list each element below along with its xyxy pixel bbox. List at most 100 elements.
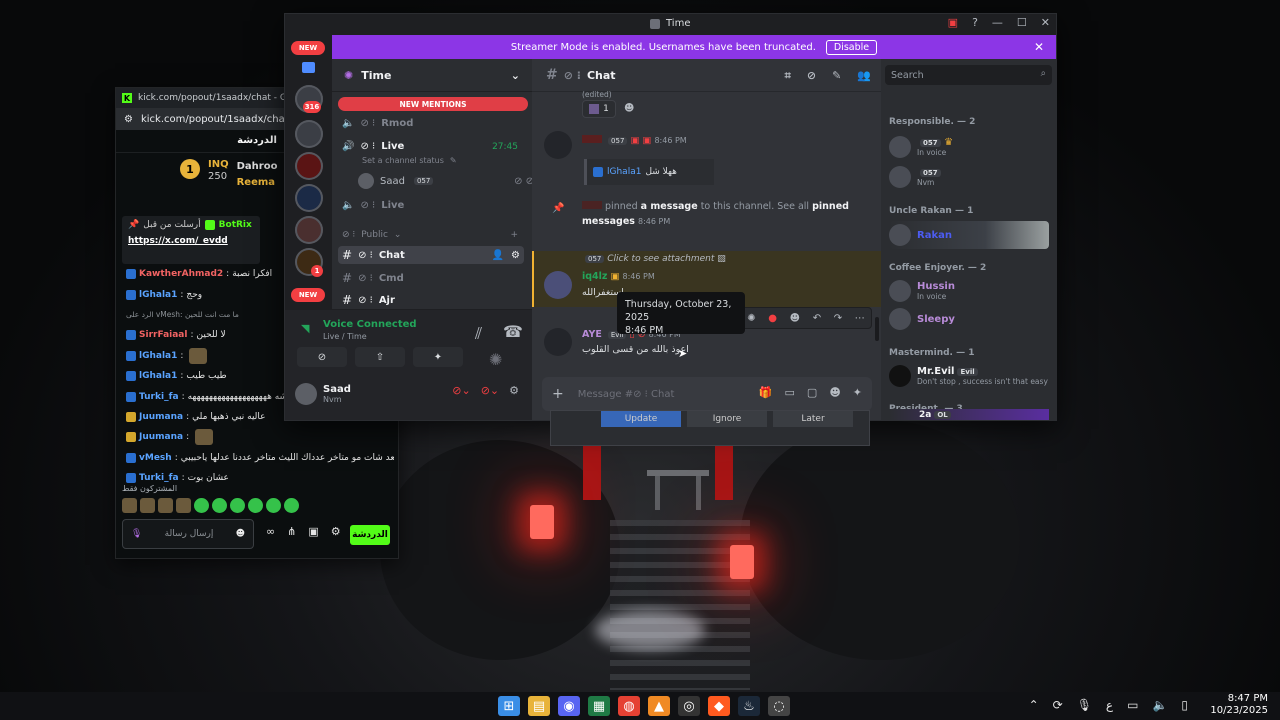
disconnect-icon[interactable]: ☎ (503, 322, 523, 341)
volume-icon[interactable]: 🔈 (1152, 698, 1167, 712)
new-mentions-bar[interactable]: NEW MENTIONS (338, 97, 528, 111)
member-item[interactable]: 2a OL (889, 409, 1049, 420)
steam-icon[interactable]: ♨ (738, 696, 760, 716)
chrome-icon[interactable]: ◍ (618, 696, 640, 716)
noise-suppression-icon[interactable]: ⫽ (475, 324, 482, 344)
member-item[interactable]: Rakan (889, 221, 1049, 249)
store-icon[interactable]: ▣ (308, 525, 318, 538)
network-icon[interactable]: ▭ (1127, 698, 1138, 712)
set-channel-status[interactable]: Set a channel status ✎ (362, 156, 544, 165)
camera-button[interactable]: ⊘ (297, 347, 347, 367)
deafen-icon[interactable]: ⊘⌄ (481, 384, 499, 397)
more-icon[interactable]: ⋯ (855, 313, 865, 324)
server-icon[interactable] (295, 120, 323, 148)
leader-2[interactable]: Dahroo Reema (237, 159, 278, 195)
infinity-icon[interactable]: ∞ (266, 525, 275, 538)
apps-icon[interactable]: ✦ (853, 386, 862, 399)
obs-icon[interactable]: ◎ (678, 696, 700, 716)
threads-icon[interactable]: ⌗ (785, 69, 791, 83)
help-icon[interactable]: ? (972, 16, 978, 29)
emote-icon[interactable] (140, 498, 155, 513)
pin-icon[interactable]: ✎ (832, 69, 841, 83)
update-button[interactable]: Update (601, 411, 681, 427)
channel-live[interactable]: 🔈 ⊘ ⁝ Live (342, 200, 524, 211)
sync-icon[interactable]: ⟳ (1053, 698, 1063, 712)
mute-icon[interactable]: ⊘⌄ (452, 384, 470, 397)
leader-1[interactable]: INQ 250 (208, 159, 229, 195)
invite-icon[interactable]: 👤 (492, 250, 504, 261)
category-public[interactable]: ⊘ ⁝ Public ⌄ + (342, 230, 524, 240)
voice-member-saad[interactable]: Saad 057 ⊘ ⊘ (358, 173, 540, 189)
mic-icon[interactable]: 🎙 (131, 529, 142, 539)
chat-username[interactable]: Juumana (139, 412, 183, 422)
kick-chat-button[interactable]: الدردشة (350, 525, 390, 545)
member-item[interactable]: 057 ♛ In voice (889, 133, 1049, 161)
minimize-icon[interactable]: — (992, 16, 1003, 29)
reply-embed[interactable]: lGhala1 ههلا شل (584, 159, 714, 185)
mute-bell-icon[interactable]: ⊘ (807, 69, 816, 83)
chat-username[interactable]: lGhala1 (139, 290, 177, 300)
server-icon[interactable] (295, 184, 323, 212)
channel-chat[interactable]: # ⊘ ⁝ Chat 👤 ⚙ (338, 246, 524, 264)
member-list-icon[interactable]: 👥 (857, 69, 871, 83)
pinned-messages-link[interactable]: messages (582, 216, 635, 227)
mic-icon[interactable]: ● (768, 313, 777, 324)
gear-icon[interactable]: ⚙ (331, 525, 341, 538)
member-item[interactable]: Hussin In voice (889, 277, 1049, 305)
maximize-icon[interactable]: ☐ (1017, 16, 1027, 29)
pinned-message[interactable]: 📌 أرسلت من قبل BotRix https://x.com/_evd… (122, 216, 260, 264)
attachment-reply[interactable]: 057 Click to see attachment ▧ (582, 254, 726, 264)
member-item[interactable]: Sleepy (889, 305, 1049, 333)
activities-button[interactable]: ✦ (413, 347, 463, 367)
chat-username[interactable]: lGhala1 (139, 371, 177, 381)
later-button[interactable]: Later (773, 411, 853, 427)
emote-icon[interactable] (248, 498, 263, 513)
chat-username[interactable]: vMesh (139, 453, 172, 463)
ignore-button[interactable]: Ignore (687, 411, 767, 427)
member-item[interactable]: 057 Nvm (889, 163, 1049, 191)
gear-icon[interactable]: ⚙ (511, 250, 520, 261)
pinned-link[interactable]: pinned (812, 201, 849, 212)
voice-channel-label[interactable]: Live / Time (323, 332, 367, 341)
file-explorer-icon[interactable]: ▤ (528, 696, 550, 716)
gif-icon[interactable]: ▭ (785, 386, 795, 399)
pinned-user[interactable]: BotRix (219, 220, 252, 230)
chat-username[interactable]: lGhala1 (139, 351, 177, 361)
excel-icon[interactable]: ▦ (588, 696, 610, 716)
emote-icon[interactable] (176, 498, 191, 513)
chat-username[interactable]: Juumana (139, 432, 183, 442)
app-orange-icon[interactable]: ▲ (648, 696, 670, 716)
discord-icon[interactable]: ◉ (558, 696, 580, 716)
mic-icon[interactable]: 🎙 (1077, 698, 1092, 712)
chevron-up-icon[interactable]: ⌃ (1029, 698, 1039, 712)
emote-icon[interactable] (230, 498, 245, 513)
disable-button[interactable]: Disable (825, 39, 878, 55)
emote-icon[interactable] (158, 498, 173, 513)
battery-icon[interactable]: ▯ (1181, 698, 1188, 712)
reply-icon[interactable]: ↶ (813, 313, 821, 324)
brave-icon[interactable]: ◆ (708, 696, 730, 716)
chat-username[interactable]: Turki_fa (139, 473, 179, 483)
pinned-message-link[interactable]: a message (641, 201, 698, 212)
channel-rmod[interactable]: 🔈 ⊘ ⁝ Rmod (342, 118, 524, 129)
screen-share-button[interactable]: ⇧ (355, 347, 405, 367)
forward-icon[interactable]: ↷ (834, 313, 842, 324)
kick-message[interactable]: vMesh: ياسعد شات مو متاخر عدداك الليث متا… (126, 448, 394, 468)
channel-ajr[interactable]: # ⊘ ⁝ Ajr (342, 293, 524, 307)
member-item[interactable]: Mr.Evil Evil Don't stop , success isn't t… (889, 362, 1049, 390)
chat-username[interactable]: SirrFaiaal (139, 330, 187, 340)
site-settings-icon[interactable]: ⚙ (124, 114, 133, 125)
banner-close-icon[interactable]: ✕ (1034, 40, 1044, 54)
folder-icon[interactable] (302, 62, 315, 73)
gear-icon[interactable]: ⚙ (509, 384, 519, 397)
scrollbar[interactable] (875, 317, 879, 341)
emote-icon[interactable] (212, 498, 227, 513)
add-reaction-icon[interactable]: ☻ (624, 103, 634, 114)
voice-connected-label[interactable]: Voice Connected (323, 319, 417, 330)
kick-message[interactable]: Juumana: (126, 427, 394, 447)
emoji-icon[interactable]: ☻ (236, 529, 245, 539)
kick-url[interactable]: kick.com/popout/1saadx/chat (141, 114, 289, 125)
language-indicator[interactable]: ع (1106, 698, 1113, 712)
add-channel-icon[interactable]: + (510, 230, 518, 240)
emote-icon[interactable] (266, 498, 281, 513)
